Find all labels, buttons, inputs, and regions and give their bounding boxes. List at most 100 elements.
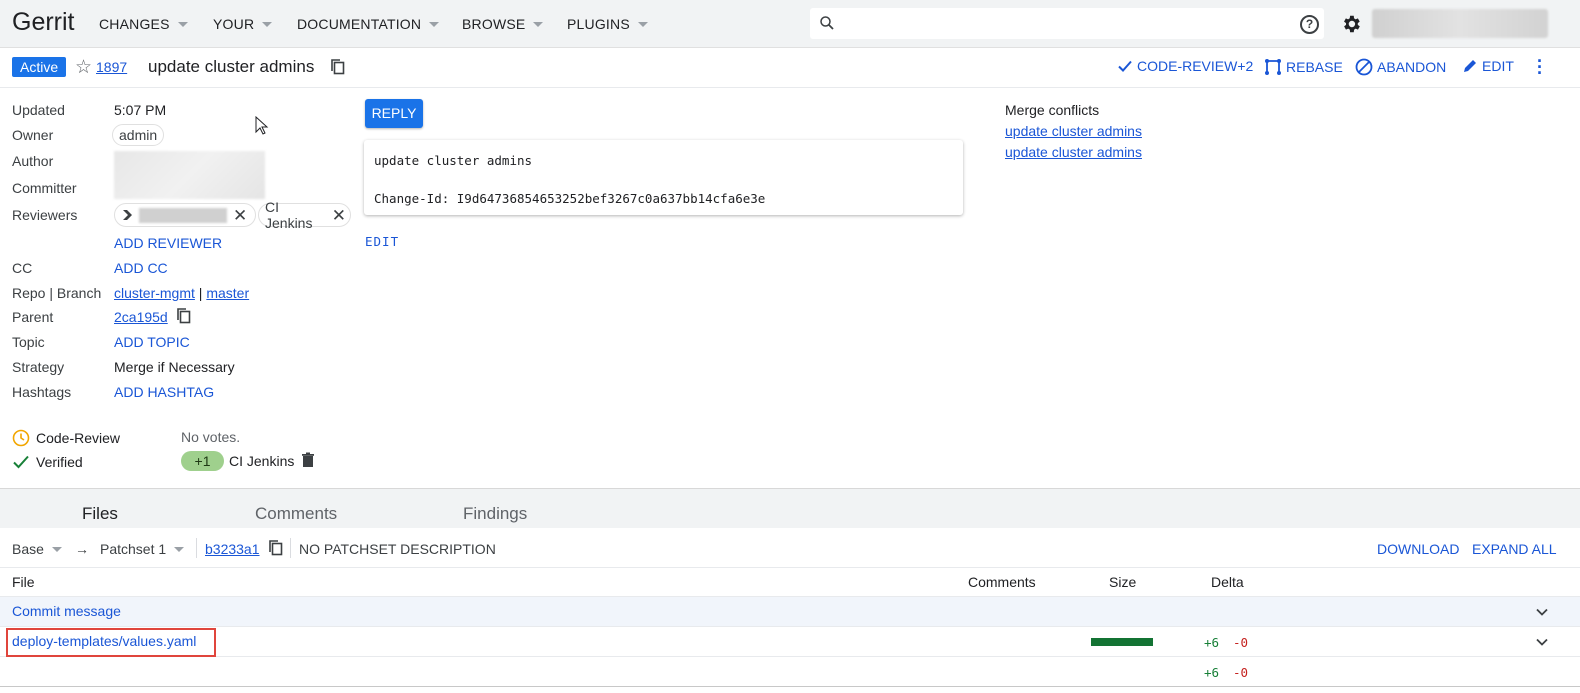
reviewer-chip[interactable]: ✕: [114, 203, 256, 227]
file-row-commit-message[interactable]: Commit message: [0, 597, 1580, 627]
download-button[interactable]: DOWNLOAD: [1377, 541, 1459, 557]
repo-link[interactable]: cluster-mgmt: [114, 285, 195, 301]
chevron-down-icon: [51, 546, 62, 552]
tab-comments[interactable]: Comments: [255, 504, 337, 524]
cc-label: CC: [12, 260, 33, 276]
file-link[interactable]: Commit message: [12, 603, 121, 619]
merge-conflict-link[interactable]: update cluster admins: [1005, 144, 1142, 160]
chevron-down-icon: [177, 21, 188, 27]
rebase-label: REBASE: [1286, 59, 1343, 75]
reply-button[interactable]: REPLY: [365, 99, 423, 128]
close-icon[interactable]: ✕: [233, 207, 247, 224]
code-review-label-row: Code-Review: [12, 429, 120, 447]
reviewer-redacted: [139, 207, 227, 223]
committer-label: Committer: [12, 180, 77, 196]
delta-column-header: Delta: [1211, 574, 1244, 590]
search-input[interactable]: [810, 8, 1324, 39]
nav-your[interactable]: YOUR: [213, 16, 273, 32]
merge-conflicts-title: Merge conflicts: [1005, 102, 1100, 118]
gerrit-logo[interactable]: Gerrit: [12, 8, 75, 37]
change-subject: update cluster admins: [148, 57, 315, 76]
reviewer-name: CI Jenkins: [265, 199, 313, 231]
rebase-button[interactable]: REBASE: [1264, 58, 1343, 76]
search-icon: [820, 16, 834, 30]
size-column-header: Size: [1109, 574, 1137, 590]
expand-all-button[interactable]: EXPAND ALL: [1472, 541, 1557, 557]
divider: [290, 538, 291, 558]
nav-plugins[interactable]: PLUGINS: [567, 16, 648, 32]
gear-icon[interactable]: [1340, 13, 1362, 35]
nav-changes[interactable]: CHANGES: [99, 16, 188, 32]
copy-icon[interactable]: [268, 539, 284, 557]
file-list-header: File Comments Size Delta: [0, 568, 1580, 597]
patchset-commit: b3233a1: [205, 541, 260, 557]
patchset-commit-link[interactable]: b3233a1: [205, 541, 260, 557]
delete-icon[interactable]: [301, 452, 315, 468]
verified-label-text: Verified: [36, 454, 83, 470]
patchset-select[interactable]: Patchset 1: [100, 541, 185, 557]
copy-icon[interactable]: [330, 58, 346, 76]
copy-icon[interactable]: [176, 307, 192, 325]
owner-chip[interactable]: admin: [112, 124, 165, 146]
tab-files[interactable]: Files: [82, 504, 118, 524]
pencil-icon: [1464, 60, 1476, 72]
help-icon[interactable]: ?: [1300, 15, 1319, 34]
file-list-total-row: +6 -0: [0, 657, 1580, 687]
code-review-plus2-button[interactable]: CODE-REVIEW+2: [1117, 58, 1253, 74]
nav-plugins-label: PLUGINS: [567, 16, 630, 32]
chevron-down-icon[interactable]: [1535, 605, 1549, 619]
status-badge: Active: [12, 57, 67, 77]
total-lines-removed: -0: [1233, 665, 1249, 680]
code-review-label-text: Code-Review: [36, 430, 121, 446]
author-committer-redacted: [114, 151, 265, 199]
file-column-header: File: [12, 574, 35, 590]
add-topic-button[interactable]: ADD TOPIC: [114, 334, 190, 350]
star-icon[interactable]: ☆: [75, 56, 92, 79]
add-reviewer-button[interactable]: ADD REVIEWER: [114, 235, 222, 251]
vote-chip: +1: [181, 451, 224, 471]
nav-browse[interactable]: BROWSE: [462, 16, 544, 32]
mouse-cursor-icon: [255, 116, 269, 135]
commit-message: update cluster admins Change-Id: I9d6473…: [364, 140, 963, 215]
patchset-select-label: Patchset 1: [100, 541, 167, 557]
patchset-description: NO PATCHSET DESCRIPTION: [299, 541, 496, 557]
chevron-down-icon: [429, 21, 440, 27]
nav-browse-label: BROWSE: [462, 16, 526, 32]
arrow-icon: →: [75, 541, 89, 557]
abandon-label: ABANDON: [1377, 59, 1447, 75]
updated-label: Updated: [12, 102, 65, 118]
comments-column-header: Comments: [968, 574, 1036, 590]
close-icon[interactable]: ✕: [332, 207, 346, 224]
nav-documentation[interactable]: DOCUMENTATION: [297, 16, 440, 32]
chevron-down-icon: [637, 21, 648, 27]
add-hashtag-button[interactable]: ADD HASHTAG: [114, 384, 214, 400]
verified-label-row: Verified: [12, 454, 83, 470]
nav-changes-label: CHANGES: [99, 16, 170, 32]
branch-link[interactable]: master: [206, 285, 249, 301]
branch-separator: |: [198, 285, 203, 301]
base-select[interactable]: Base: [12, 541, 62, 557]
check-icon: [1118, 60, 1132, 72]
chevron-down-icon: [533, 21, 544, 27]
tab-findings[interactable]: Findings: [463, 504, 527, 524]
merge-conflict-link[interactable]: update cluster admins: [1005, 123, 1142, 139]
chevron-down-icon: [262, 21, 273, 27]
highlight-box: [6, 628, 216, 657]
parent-link[interactable]: 2ca195d: [114, 309, 168, 325]
owner-label: Owner: [12, 127, 54, 143]
chevron-down-icon[interactable]: [1535, 635, 1549, 649]
account-avatar[interactable]: [1372, 9, 1548, 38]
change-header: Active ☆ 1897 update cluster admins CODE…: [0, 48, 1580, 88]
edit-button[interactable]: EDIT: [1462, 58, 1514, 74]
more-vert-icon[interactable]: · · ·: [1537, 52, 1543, 82]
change-number-link[interactable]: 1897: [96, 59, 127, 75]
chevron-down-icon: [174, 546, 185, 552]
add-cc-button[interactable]: ADD CC: [114, 260, 168, 276]
reviewer-chip[interactable]: CI Jenkins ✕: [258, 199, 351, 231]
file-row[interactable]: deploy-templates/values.yaml +6 -0: [0, 627, 1580, 657]
size-bar: [1091, 638, 1153, 646]
edit-commit-message-button[interactable]: EDIT: [365, 234, 399, 249]
clock-icon: [12, 429, 30, 447]
abandon-button[interactable]: ABANDON: [1355, 58, 1446, 76]
base-select-label: Base: [12, 541, 44, 557]
